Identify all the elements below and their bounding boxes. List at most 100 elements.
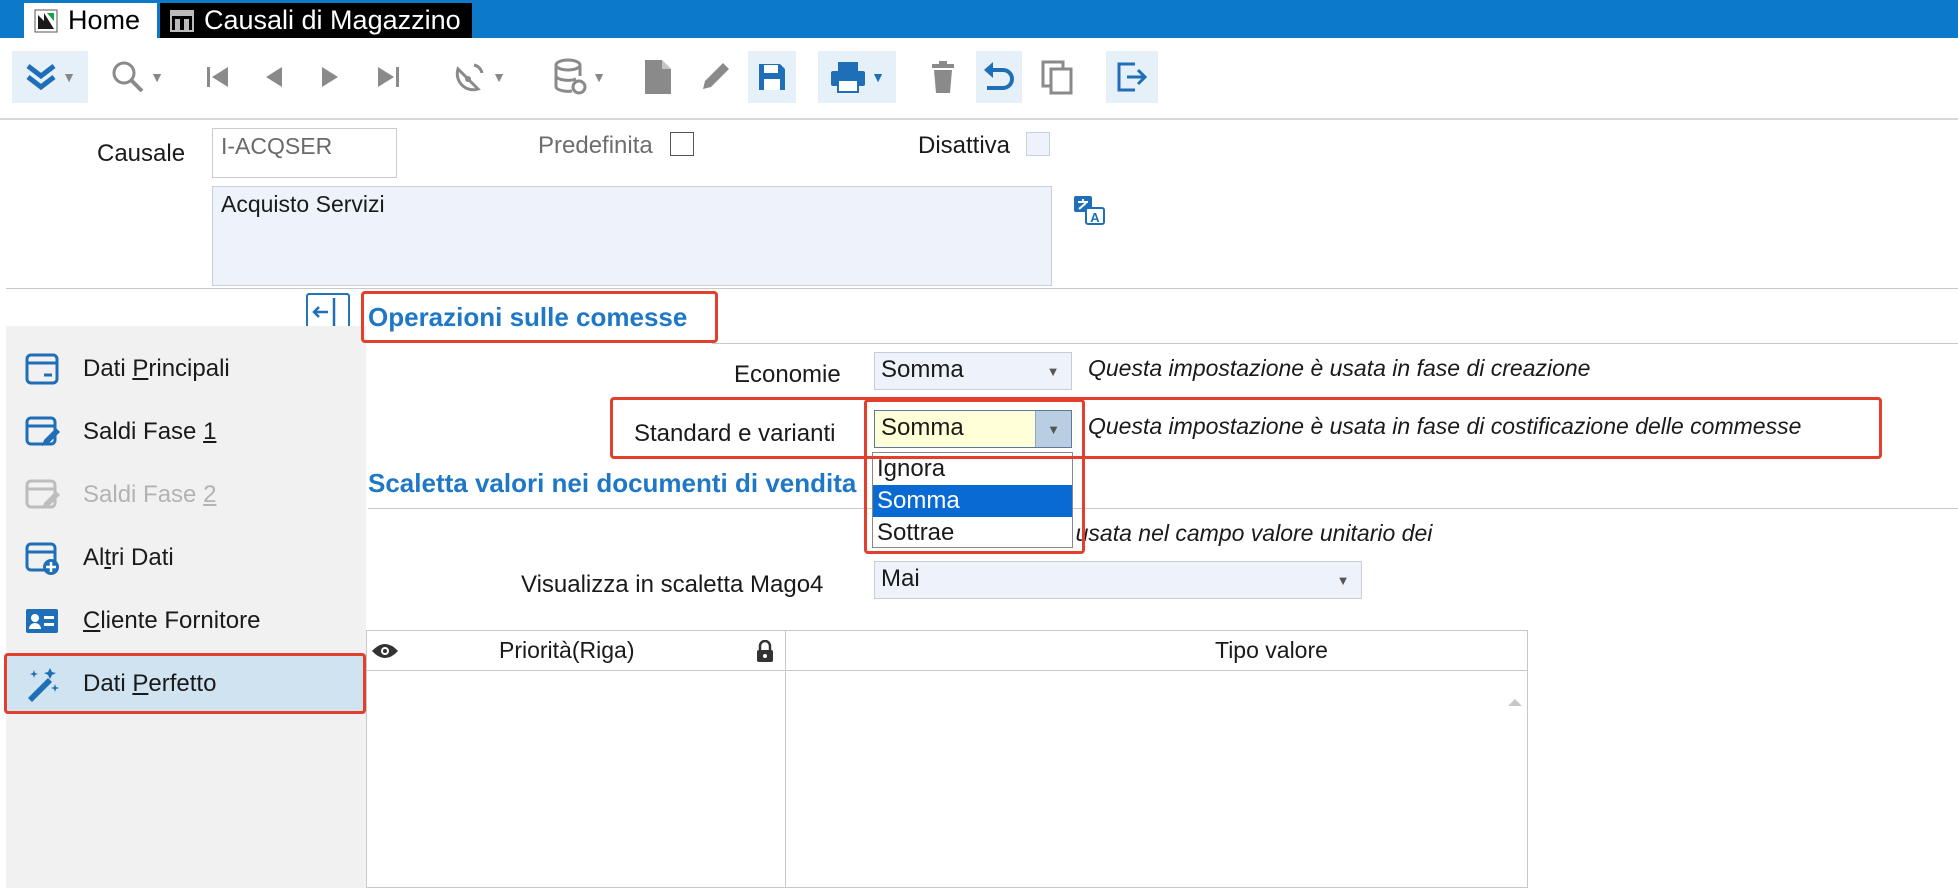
copy-icon [1041,60,1073,95]
exit-icon [1117,62,1148,92]
edit-button[interactable] [692,51,738,103]
exit-button[interactable] [1106,51,1158,103]
form-edit-icon [25,416,60,446]
edit-icon [703,63,729,89]
visualizza-select[interactable]: Mai ▼ [874,561,1362,599]
save-icon [759,64,785,90]
economie-hint: Questa impostazione è usata in fase di c… [1088,355,1591,381]
print-button[interactable]: ▼ [818,51,896,103]
radar-button[interactable]: ▼ [444,51,514,103]
sidebar-item-label: Altri Dati [83,544,174,571]
delete-button[interactable] [922,51,964,103]
form-icon [25,353,59,385]
disattiva-label: Disattiva [918,132,1011,159]
standard-varianti-dropdown[interactable]: Ignora Somma Sottrae [872,452,1073,548]
sidebar-item-altri-dati[interactable]: Altri Dati [6,528,366,588]
causale-field[interactable]: I-ACQSER [212,128,397,178]
next-record-button[interactable] [310,51,350,103]
search-button[interactable]: ▼ [102,51,172,103]
scaletta-hint: Questa impostazione è usata nel campo va… [1060,520,1433,546]
standard-varianti-label: Standard e varianti [634,420,836,447]
economie-label: Economie [734,361,841,388]
dropdown-option-sottrae[interactable]: Sottrae [873,517,1072,549]
sidebar-item-saldi-fase-1[interactable]: Saldi Fase 1 [6,402,366,462]
sidebar-item-dati-principali[interactable]: Dati Principali [6,339,366,399]
magic-wand-icon [28,668,59,702]
visualizza-value: Mai [881,565,920,592]
new-document-icon [645,60,671,94]
lock-icon[interactable] [755,640,775,664]
first-record-button[interactable] [198,51,238,103]
sidebar-item-label: Dati Principali [83,355,230,382]
scaletta-grid[interactable]: Priorità(Riga) Tipo valore [366,630,1528,888]
sidebar-item-saldi-fase-2: Saldi Fase 2 [6,465,366,525]
grid-col-tipo-valore[interactable]: Tipo valore [1215,637,1328,664]
expand-button[interactable]: ▼ [12,51,88,103]
economie-select[interactable]: Somma ▼ [874,352,1072,390]
dropdown-option-ignora[interactable]: Ignora [873,453,1072,485]
section-rule [712,343,1958,344]
predefinita-checkbox[interactable] [670,132,694,156]
prev-record-button[interactable] [254,51,294,103]
sidebar-item-label: Cliente Fornitore [83,607,261,634]
new-document-button[interactable] [636,51,680,103]
sidebar-item-label: Dati Perfetto [83,670,217,697]
standard-varianti-value: Somma [881,414,964,441]
form-edit-icon [25,479,60,509]
sidebar-item-label: Saldi Fase 1 [83,418,217,445]
search-icon [112,61,144,93]
database-icon [554,58,587,95]
save-button[interactable] [748,51,796,103]
form-add-icon [25,542,59,575]
sidebar-item-label: Saldi Fase 2 [83,481,217,508]
undo-icon [984,62,1014,90]
sidebar: Dati Principali Saldi Fase 1 Saldi Fase … [6,326,366,888]
warehouse-icon [170,9,194,32]
toolbar: ▼ ▼ ▼ ▼ ▼ [0,38,1958,120]
dropdown-option-somma[interactable]: Somma [873,485,1072,517]
standard-varianti-select[interactable]: Somma ▼ [874,410,1072,448]
radar-icon [455,63,484,92]
last-record-button[interactable] [368,51,408,103]
tab-causali-label: Causali di Magazzino [204,5,461,35]
header-separator [6,288,1958,289]
copy-button[interactable] [1036,51,1078,103]
chevron-down-icon: ▼ [1336,572,1350,588]
collapse-icon [312,298,336,326]
chevron-down-icon: ▼ [1035,411,1071,447]
scroll-up-icon[interactable] [1507,697,1523,707]
first-icon [207,67,228,87]
description-field[interactable]: Acquisto Servizi [212,186,1052,286]
database-button[interactable]: ▼ [544,51,614,103]
grid-col-priorita[interactable]: Priorità(Riga) [499,637,634,664]
last-icon [378,67,399,87]
svg-text:A: A [1090,210,1100,225]
print-icon [831,62,866,93]
contact-card-icon [26,609,58,633]
prev-icon [266,67,282,87]
grid-header: Priorità(Riga) Tipo valore [367,631,1527,671]
chevron-down-icon: ▼ [1046,363,1060,379]
eye-icon[interactable] [371,641,399,661]
section-title-operazioni: Operazioni sulle comesse [368,302,688,332]
section-title-scaletta: Scaletta valori nei documenti di vendita [368,468,857,498]
home-logo-icon [34,9,58,32]
expand-icon [26,64,56,91]
next-icon [322,67,338,87]
predefinita-label: Predefinita [538,132,653,159]
tab-causali[interactable]: Causali di Magazzino [160,3,472,38]
delete-icon [932,61,954,93]
disattiva-checkbox[interactable] [1026,132,1050,156]
section-rule [368,508,1958,509]
sidebar-item-cliente-fornitore[interactable]: Cliente Fornitore [6,591,366,651]
sidebar-item-dati-perfetto[interactable]: Dati Perfetto [6,654,366,714]
translate-icon[interactable]: A [1070,192,1110,232]
scaletta-hint-clip: Questa impostazione è usata nel campo va… [1060,518,1680,552]
tab-home[interactable]: Home [24,3,157,38]
title-bar: Home Causali di Magazzino [0,0,1958,38]
visualizza-label: Visualizza in scaletta Mago4 [521,571,824,598]
economie-value: Somma [881,356,964,383]
standard-varianti-hint: Questa impostazione è usata in fase di c… [1088,413,1802,439]
tab-home-label: Home [68,5,141,35]
undo-button[interactable] [976,51,1022,103]
